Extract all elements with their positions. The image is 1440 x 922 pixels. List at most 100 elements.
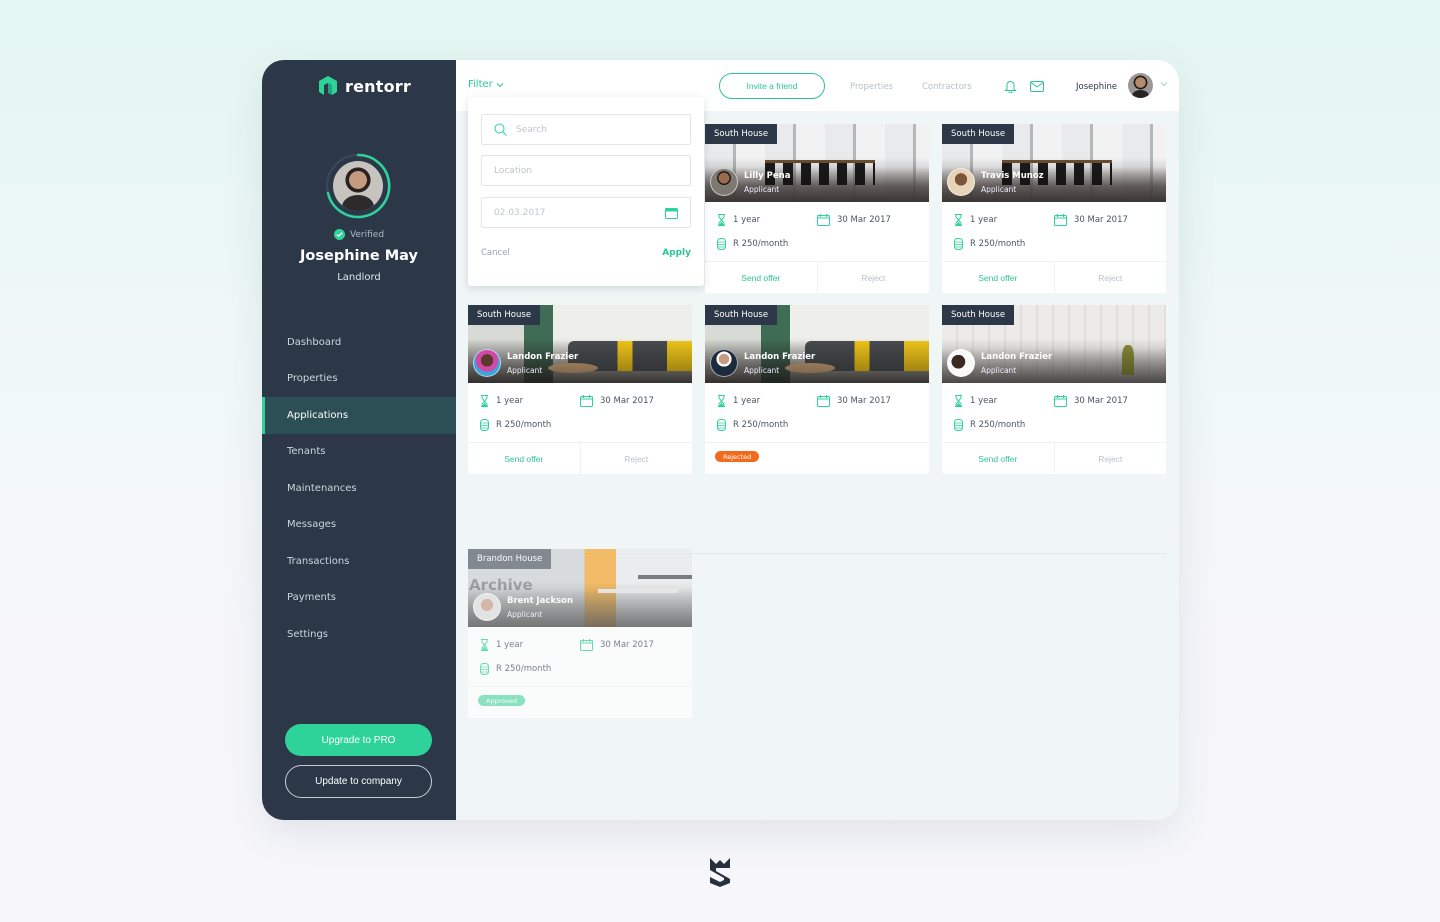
nav-link-properties[interactable]: Properties (850, 82, 893, 92)
profile-name: Josephine May (300, 248, 418, 264)
applicant-name: Landon Frazier (981, 352, 1053, 362)
sidebar-item-messages[interactable]: Messages (262, 507, 456, 544)
property-photo: South House Travis Munoz Applicant (942, 124, 1166, 202)
verified-label: Verified (349, 229, 385, 240)
location-field[interactable] (481, 155, 691, 186)
calendar-icon (817, 214, 830, 226)
sidebar-item-payments[interactable]: Payments (262, 580, 456, 617)
filter-label: Filter (468, 79, 493, 90)
sidebar-item-dashboard[interactable]: Dashboard (262, 324, 456, 361)
property-photo: Brandon House Brent Jackson Applicant (468, 549, 692, 627)
check-icon (333, 229, 345, 240)
filter-panel: Cancel Apply (468, 97, 704, 286)
location-input[interactable] (494, 165, 644, 176)
applicant-avatar (947, 349, 975, 377)
send-offer-button[interactable]: Send offer (705, 262, 818, 293)
sidebar-item-label: Transactions (287, 555, 350, 567)
reject-button[interactable]: Reject (818, 262, 930, 293)
applicant-name: Lilly Pena (744, 171, 791, 181)
house-logo-icon (319, 76, 337, 95)
rejected-badge: Rejected (715, 451, 760, 462)
sidebar-item-label: Dashboard (287, 336, 342, 348)
hourglass-icon (718, 214, 725, 226)
coins-icon (480, 663, 489, 675)
applicant-name: Travis Munoz (981, 171, 1044, 181)
price-info: R 250/month (717, 419, 788, 431)
application-card[interactable]: South House Travis Munoz Applicant 1 yea… (942, 124, 1166, 293)
calendar-icon (580, 639, 593, 651)
application-card[interactable]: South House Landon Frazier Applicant 1 y… (705, 305, 929, 474)
reject-button[interactable]: Reject (1055, 262, 1167, 293)
sidebar-item-applications[interactable]: Applications (262, 397, 456, 434)
duration-value: 1 year (733, 215, 761, 225)
calendar-icon (580, 395, 593, 407)
price-value: R 250/month (496, 420, 552, 430)
profile-avatar[interactable] (325, 153, 391, 219)
user-avatar[interactable] (1128, 73, 1153, 98)
sidebar-item-tenants[interactable]: Tenants (262, 434, 456, 471)
send-offer-button[interactable]: Send offer (942, 443, 1055, 474)
calendar-icon[interactable] (665, 207, 678, 219)
application-card[interactable]: South House Lilly Pena Applicant 1 year … (705, 124, 929, 293)
filter-apply-button[interactable]: Apply (662, 248, 691, 258)
bell-icon[interactable] (1004, 79, 1017, 93)
application-card[interactable]: South House Landon Frazier Applicant 1 y… (468, 305, 692, 474)
filter-cancel-button[interactable]: Cancel (481, 248, 510, 258)
reject-button[interactable]: Reject (581, 443, 693, 474)
user-menu-name[interactable]: Josephine (1076, 82, 1117, 92)
applicant-avatar (473, 593, 501, 621)
mail-icon[interactable] (1030, 81, 1044, 92)
duration-info: 1 year (480, 639, 523, 651)
application-card[interactable]: South House Landon Frazier Applicant 1 y… (942, 305, 1166, 474)
profile-photo (333, 161, 383, 211)
archive-application-card[interactable]: Brandon House Brent Jackson Applicant 1 … (468, 549, 692, 718)
date-input[interactable] (494, 207, 644, 218)
chevron-down-icon[interactable] (1160, 81, 1168, 87)
nav-link-contractors[interactable]: Contractors (922, 82, 972, 92)
coins-icon (717, 238, 726, 250)
applicant-role: Applicant (507, 610, 543, 619)
brand-name: rentorr (345, 76, 411, 96)
property-tag: South House (705, 124, 778, 144)
sidebar-item-maintenances[interactable]: Maintenances (262, 470, 456, 507)
card-actions: Send offer Reject (468, 442, 692, 474)
profile-role: Landlord (337, 272, 381, 283)
property-photo: South House Lilly Pena Applicant (705, 124, 929, 202)
date-field[interactable] (481, 197, 691, 228)
card-actions: Send offer Reject (942, 261, 1166, 293)
sidebar-item-properties[interactable]: Properties (262, 361, 456, 398)
price-value: R 250/month (496, 664, 552, 674)
update-company-button[interactable]: Update to company (285, 765, 432, 798)
calendar-icon (1054, 395, 1067, 407)
calendar-icon (1054, 214, 1067, 226)
date-info: 30 Mar 2017 (1054, 214, 1128, 226)
property-photo: South House Landon Frazier Applicant (942, 305, 1166, 383)
property-tag: South House (468, 305, 541, 325)
upgrade-pro-button[interactable]: Upgrade to PRO (285, 724, 432, 756)
sidebar-item-label: Maintenances (287, 482, 357, 494)
sidebar-nav: Dashboard Properties Applications Tenant… (262, 324, 456, 653)
property-photo: South House Landon Frazier Applicant (705, 305, 929, 383)
sidebar-item-label: Properties (287, 373, 338, 385)
filter-button[interactable]: Filter (468, 79, 504, 90)
price-value: R 250/month (733, 239, 789, 249)
date-value: 30 Mar 2017 (837, 396, 891, 406)
price-value: R 250/month (970, 239, 1026, 249)
reject-button[interactable]: Reject (1055, 443, 1167, 474)
sidebar-item-label: Applications (287, 409, 349, 421)
send-offer-button[interactable]: Send offer (942, 262, 1055, 293)
sidebar-item-transactions[interactable]: Transactions (262, 543, 456, 580)
duration-info: 1 year (717, 214, 760, 226)
applicant-avatar (473, 349, 501, 377)
send-offer-button[interactable]: Send offer (468, 443, 581, 474)
price-value: R 250/month (970, 420, 1026, 430)
date-info: 30 Mar 2017 (817, 214, 891, 226)
property-photo: South House Landon Frazier Applicant (468, 305, 692, 383)
invite-friend-button[interactable]: Invite a friend (719, 73, 825, 99)
sidebar-item-settings[interactable]: Settings (262, 616, 456, 653)
search-field[interactable] (481, 114, 691, 145)
search-input[interactable] (516, 124, 666, 135)
applicant-role: Applicant (507, 366, 543, 375)
date-value: 30 Mar 2017 (1074, 396, 1128, 406)
logo[interactable]: rentorr (317, 75, 411, 97)
